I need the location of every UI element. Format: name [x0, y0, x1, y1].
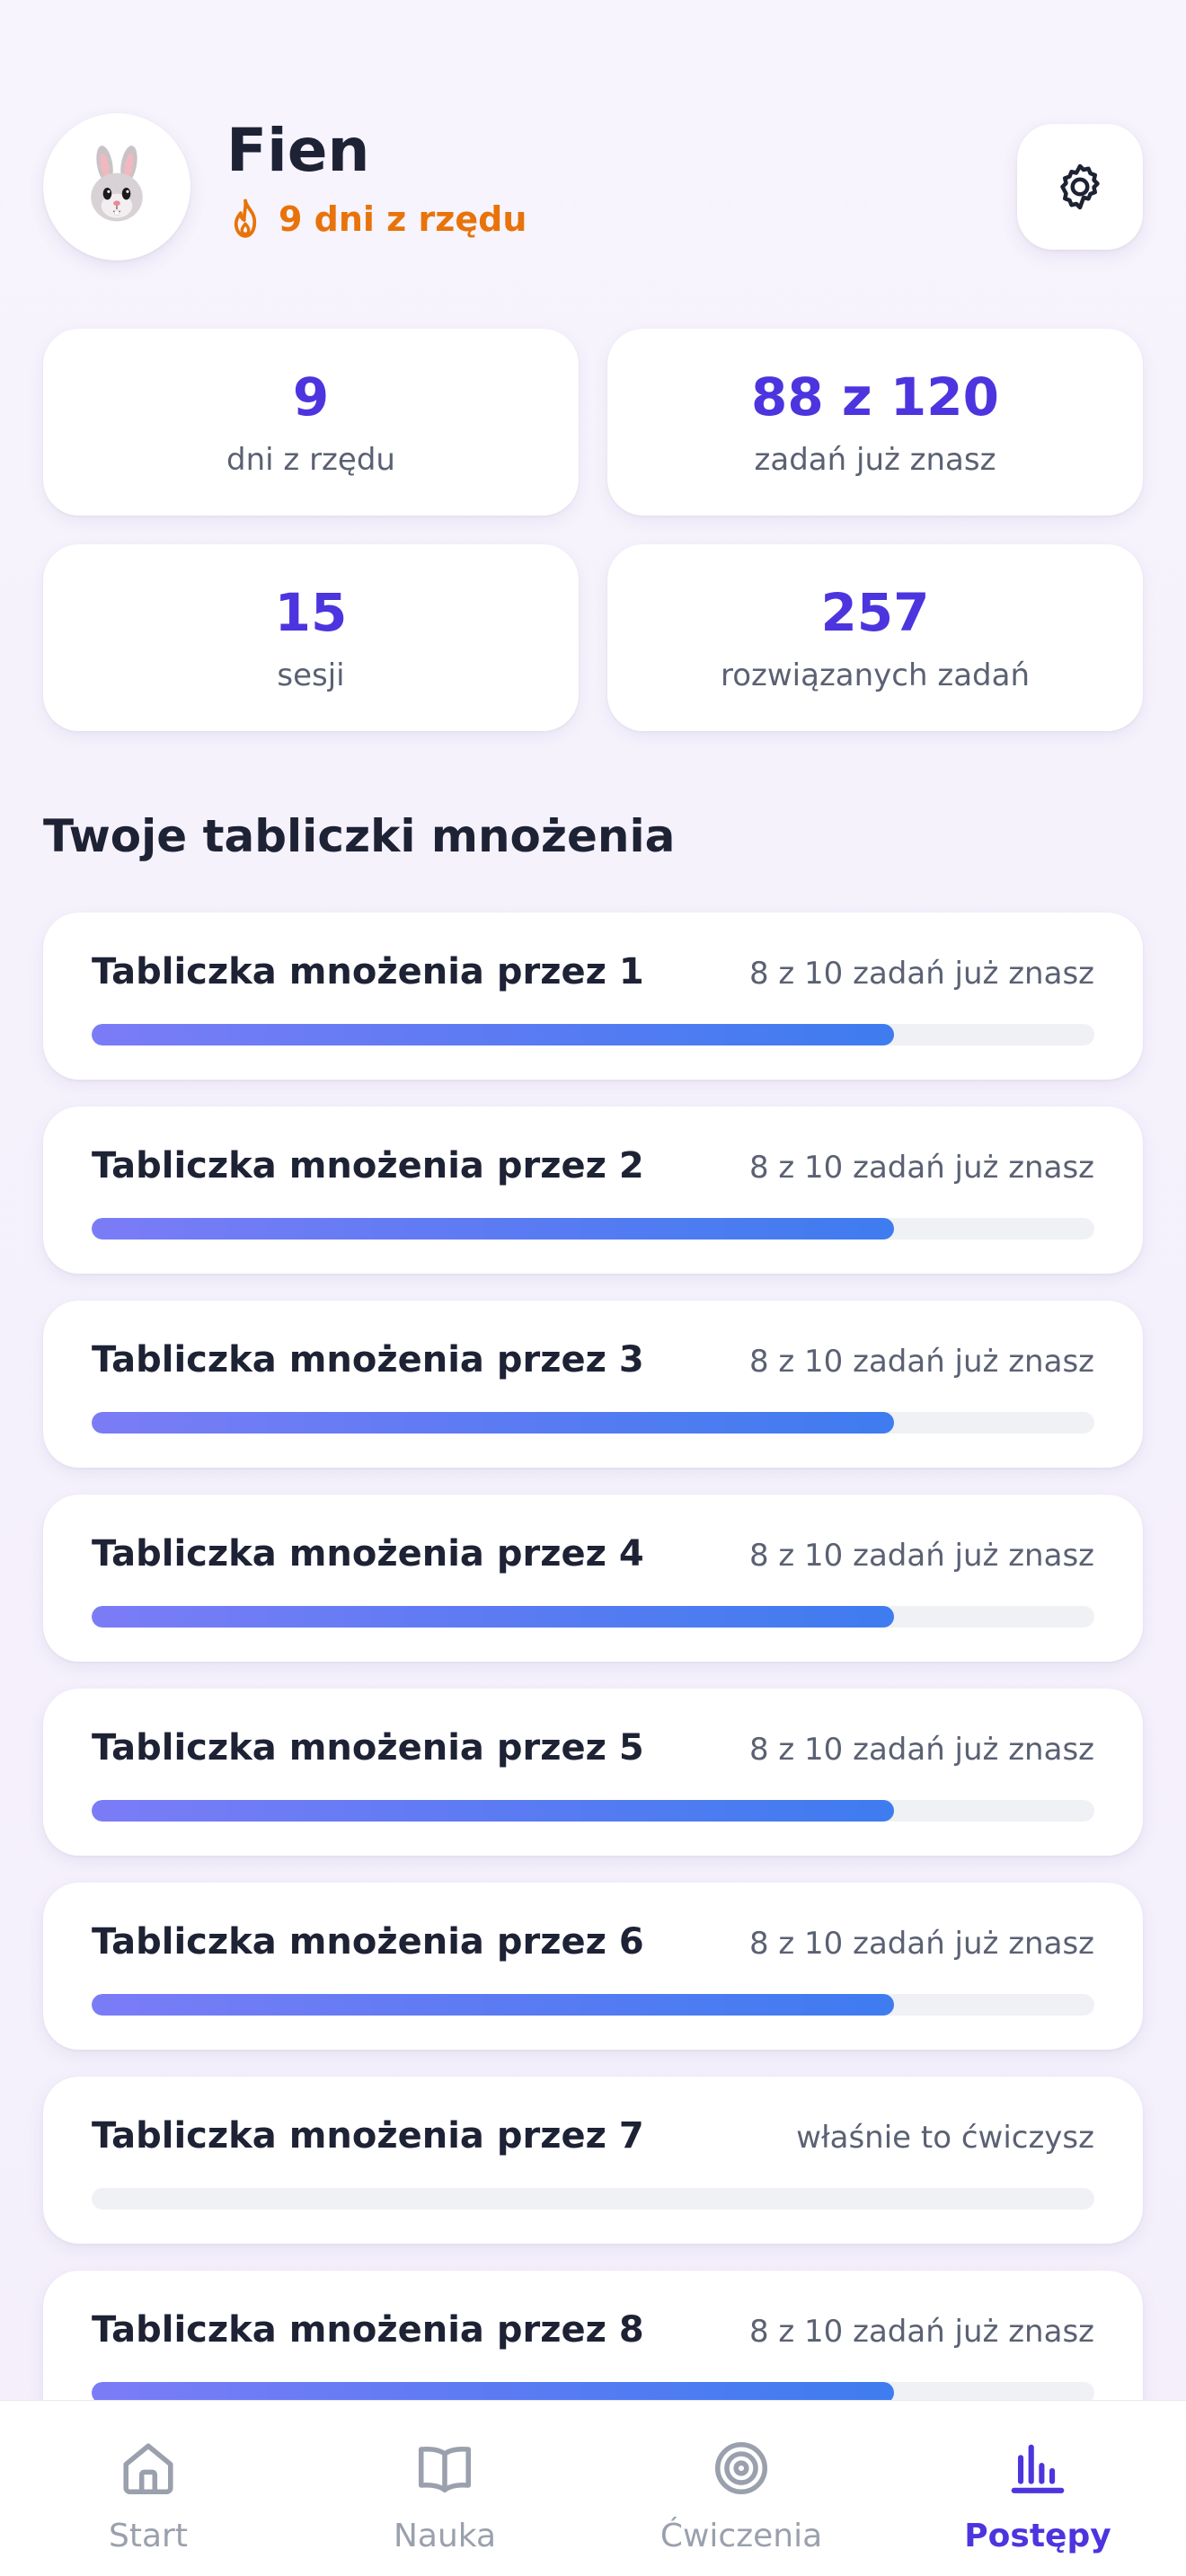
- stat-card-known-tasks: 88 z 120 zadań już znasz: [607, 329, 1143, 516]
- table-card-3[interactable]: Tabliczka mnożenia przez 3 8 z 10 zadań …: [43, 1301, 1143, 1468]
- table-status: 8 z 10 zadań już znasz: [748, 1732, 1094, 1768]
- table-card-5[interactable]: Tabliczka mnożenia przez 5 8 z 10 zadań …: [43, 1689, 1143, 1856]
- nav-label: Start: [109, 2518, 188, 2554]
- nav-item-start[interactable]: Start: [0, 2401, 296, 2576]
- table-status: 8 z 10 zadań już znasz: [748, 2314, 1094, 2350]
- progress-fill: [92, 1024, 894, 1045]
- stat-card-solved-tasks: 257 rozwiązanych zadań: [607, 544, 1143, 731]
- stat-label: dni z rzędu: [226, 442, 395, 478]
- stat-value: 9: [292, 366, 330, 428]
- table-title: Tabliczka mnożenia przez 1: [92, 951, 644, 992]
- settings-button[interactable]: [1017, 124, 1143, 250]
- stat-label: sesji: [277, 657, 345, 693]
- progress-fill: [92, 1412, 894, 1434]
- table-card-7[interactable]: Tabliczka mnożenia przez 7 właśnie to ćw…: [43, 2077, 1143, 2244]
- progress-bar: [92, 1800, 1094, 1822]
- stat-value: 257: [820, 582, 930, 643]
- target-icon: [714, 2441, 768, 2495]
- stat-card-sessions: 15 sesji: [43, 544, 579, 731]
- progress-fill: [92, 1218, 894, 1239]
- streak-text: 9 dni z rzędu: [279, 199, 527, 239]
- progress-bar: [92, 1994, 1094, 2016]
- table-status: 8 z 10 zadań już znasz: [748, 1150, 1094, 1186]
- table-title: Tabliczka mnożenia przez 3: [92, 1339, 644, 1381]
- table-card-1[interactable]: Tabliczka mnożenia przez 1 8 z 10 zadań …: [43, 913, 1143, 1080]
- bottom-nav: Start Nauka Ćwiczenia Postępy: [0, 2400, 1186, 2576]
- stat-label: rozwiązanych zadań: [720, 657, 1031, 693]
- nav-label: Ćwiczenia: [659, 2518, 823, 2554]
- stat-value: 15: [274, 582, 348, 643]
- progress-fill: [92, 1994, 894, 2016]
- table-status: 8 z 10 zadań już znasz: [748, 1926, 1094, 1962]
- stat-value: 88 z 120: [751, 366, 999, 428]
- nav-label: Nauka: [393, 2518, 497, 2554]
- table-status: właśnie to ćwiczysz: [796, 2120, 1094, 2156]
- progress-bar: [92, 1606, 1094, 1628]
- progress-fill: [92, 1800, 894, 1822]
- nav-item-cwiczenia[interactable]: Ćwiczenia: [593, 2401, 890, 2576]
- profile-name: Fien: [226, 116, 370, 185]
- bar-chart-icon: [1011, 2444, 1065, 2493]
- table-title: Tabliczka mnożenia przez 4: [92, 1533, 644, 1575]
- stat-card-streak: 9 dni z rzędu: [43, 329, 579, 516]
- table-status: 8 z 10 zadań już znasz: [748, 1344, 1094, 1380]
- nav-label: Postępy: [964, 2518, 1111, 2554]
- progress-bar: [92, 2188, 1094, 2210]
- flame-icon: [234, 198, 257, 238]
- table-title: Tabliczka mnożenia przez 6: [92, 1921, 644, 1963]
- progress-bar: [92, 1412, 1094, 1434]
- gear-icon: [1060, 163, 1100, 210]
- table-card-6[interactable]: Tabliczka mnożenia przez 6 8 z 10 zadań …: [43, 1883, 1143, 2050]
- streak-indicator: 9 dni z rzędu: [226, 194, 527, 244]
- rabbit-avatar-icon: [91, 146, 143, 222]
- table-title: Tabliczka mnożenia przez 2: [92, 1145, 644, 1187]
- table-title: Tabliczka mnożenia przez 5: [92, 1727, 644, 1769]
- nav-item-postepy[interactable]: Postępy: [890, 2401, 1186, 2576]
- table-title: Tabliczka mnożenia przez 8: [92, 2309, 644, 2351]
- table-status: 8 z 10 zadań już znasz: [748, 1538, 1094, 1574]
- stat-label: zadań już znasz: [754, 442, 996, 478]
- table-card-2[interactable]: Tabliczka mnożenia przez 2 8 z 10 zadań …: [43, 1107, 1143, 1274]
- table-title: Tabliczka mnożenia przez 7: [92, 2115, 644, 2157]
- section-title: Twoje tabliczki mnożenia: [43, 810, 676, 862]
- progress-fill: [92, 1606, 894, 1628]
- nav-item-nauka[interactable]: Nauka: [296, 2401, 593, 2576]
- avatar[interactable]: [43, 113, 190, 260]
- book-icon: [418, 2447, 472, 2492]
- home-icon: [123, 2443, 173, 2495]
- progress-bar: [92, 1024, 1094, 1045]
- profile-header: Fien 9 dni z rzędu: [43, 113, 1143, 260]
- table-status: 8 z 10 zadań już znasz: [748, 956, 1094, 992]
- progress-bar: [92, 1218, 1094, 1239]
- table-card-4[interactable]: Tabliczka mnożenia przez 4 8 z 10 zadań …: [43, 1495, 1143, 1662]
